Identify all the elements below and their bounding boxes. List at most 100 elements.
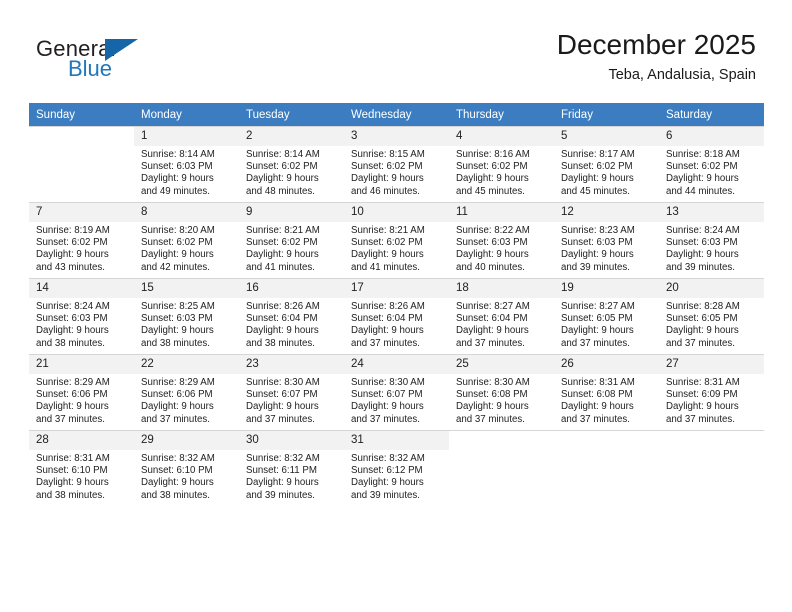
day-number: 27	[659, 355, 764, 374]
calendar-day-cell[interactable]: 4 Sunrise: 8:16 AM Sunset: 6:02 PM Daylight…	[449, 126, 554, 202]
calendar-day-cell[interactable]: 29 Sunrise: 8:32 AM Sunset: 6:10 PM Dayligh…	[134, 430, 239, 506]
daylight-text-line2: and 43 minutes.	[36, 261, 105, 273]
daylight-text-line1: Daylight: 9 hours	[246, 173, 319, 185]
calendar-day-cell[interactable]: 31 Sunrise: 8:32 AM Sunset: 6:12 PM Dayligh…	[344, 430, 449, 506]
sunrise-text: Sunrise: 8:26 AM	[246, 301, 320, 312]
calendar-day-cell[interactable]: 9 Sunrise: 8:21 AM Sunset: 6:02 PM Daylight…	[239, 202, 344, 278]
calendar-day-cell[interactable]: 1 Sunrise: 8:14 AM Sunset: 6:03 PM Daylight…	[134, 126, 239, 202]
brand-logo[interactable]: General Blue	[36, 36, 216, 94]
day-details: Sunrise: 8:31 AM Sunset: 6:09 PM Daylight:…	[659, 374, 764, 426]
calendar-day-cell[interactable]: 3 Sunrise: 8:15 AM Sunset: 6:02 PM Daylight…	[344, 126, 449, 202]
calendar-day-cell[interactable]: 24 Sunrise: 8:30 AM Sunset: 6:07 PM Dayligh…	[344, 354, 449, 430]
daylight-text-line1: Daylight: 9 hours	[36, 477, 109, 489]
sunset-text: Sunset: 6:08 PM	[561, 389, 633, 401]
calendar-day-cell[interactable]: 26 Sunrise: 8:31 AM Sunset: 6:08 PM Dayligh…	[554, 354, 659, 430]
day-details: Sunrise: 8:31 AM Sunset: 6:10 PM Daylight:…	[29, 450, 134, 502]
calendar-day-cell[interactable]	[554, 430, 659, 506]
calendar-day-cell[interactable]: 20 Sunrise: 8:28 AM Sunset: 6:05 PM Dayligh…	[659, 278, 764, 354]
calendar-day-cell[interactable]: 19 Sunrise: 8:27 AM Sunset: 6:05 PM Dayligh…	[554, 278, 659, 354]
calendar-day-cell[interactable]: 21 Sunrise: 8:29 AM Sunset: 6:06 PM Dayligh…	[29, 354, 134, 430]
daylight-text-line1: Daylight: 9 hours	[666, 249, 739, 261]
day-number: 31	[344, 431, 449, 450]
daylight-text-line1: Daylight: 9 hours	[141, 173, 214, 185]
sunrise-text: Sunrise: 8:21 AM	[246, 225, 320, 236]
calendar-day-cell[interactable]: 12 Sunrise: 8:23 AM Sunset: 6:03 PM Dayligh…	[554, 202, 659, 278]
day-details: Sunrise: 8:31 AM Sunset: 6:08 PM Daylight:…	[554, 374, 659, 426]
calendar-day-cell[interactable]: 5 Sunrise: 8:17 AM Sunset: 6:02 PM Daylight…	[554, 126, 659, 202]
calendar-day-cell[interactable]	[449, 430, 554, 506]
day-number: 14	[29, 279, 134, 298]
daylight-text-line2: and 45 minutes.	[456, 185, 525, 197]
day-number: 4	[449, 127, 554, 146]
sunrise-text: Sunrise: 8:14 AM	[141, 149, 215, 160]
sunrise-text: Sunrise: 8:24 AM	[666, 225, 740, 236]
sunrise-text: Sunrise: 8:23 AM	[561, 225, 635, 236]
daylight-text-line2: and 41 minutes.	[351, 261, 420, 273]
sunset-text: Sunset: 6:10 PM	[36, 465, 108, 477]
day-details: Sunrise: 8:24 AM Sunset: 6:03 PM Daylight:…	[29, 298, 134, 350]
day-number: 19	[554, 279, 659, 298]
daylight-text-line2: and 37 minutes.	[351, 413, 420, 425]
day-number: 24	[344, 355, 449, 374]
day-number: 3	[344, 127, 449, 146]
sunrise-text: Sunrise: 8:32 AM	[141, 453, 215, 464]
weekday-header-monday: Monday	[134, 103, 239, 126]
day-details: Sunrise: 8:24 AM Sunset: 6:03 PM Daylight:…	[659, 222, 764, 274]
calendar-day-cell[interactable]: 18 Sunrise: 8:27 AM Sunset: 6:04 PM Dayligh…	[449, 278, 554, 354]
daylight-text-line1: Daylight: 9 hours	[456, 325, 529, 337]
day-number: 13	[659, 203, 764, 222]
page-subtitle: Teba, Andalusia, Spain	[608, 67, 756, 83]
daylight-text-line1: Daylight: 9 hours	[351, 401, 424, 413]
sunset-text: Sunset: 6:02 PM	[141, 237, 213, 249]
calendar-day-cell[interactable]: 7 Sunrise: 8:19 AM Sunset: 6:02 PM Daylight…	[29, 202, 134, 278]
calendar-day-cell[interactable]: 8 Sunrise: 8:20 AM Sunset: 6:02 PM Daylight…	[134, 202, 239, 278]
daylight-text-line1: Daylight: 9 hours	[141, 401, 214, 413]
sunset-text: Sunset: 6:04 PM	[456, 313, 528, 325]
calendar-day-cell[interactable]: 11 Sunrise: 8:22 AM Sunset: 6:03 PM Dayligh…	[449, 202, 554, 278]
day-number: 23	[239, 355, 344, 374]
sunrise-text: Sunrise: 8:27 AM	[456, 301, 530, 312]
sunrise-text: Sunrise: 8:19 AM	[36, 225, 110, 236]
day-number: 8	[134, 203, 239, 222]
page-header: General Blue December 2025 Teba, Andalus…	[36, 28, 756, 100]
daylight-text-line1: Daylight: 9 hours	[141, 325, 214, 337]
calendar-day-cell[interactable]: 23 Sunrise: 8:30 AM Sunset: 6:07 PM Dayligh…	[239, 354, 344, 430]
daylight-text-line1: Daylight: 9 hours	[351, 325, 424, 337]
day-number	[554, 431, 659, 450]
calendar-day-cell[interactable]: 10 Sunrise: 8:21 AM Sunset: 6:02 PM Dayligh…	[344, 202, 449, 278]
calendar-day-cell[interactable]	[659, 430, 764, 506]
sunset-text: Sunset: 6:06 PM	[36, 389, 108, 401]
daylight-text-line1: Daylight: 9 hours	[561, 401, 634, 413]
sunset-text: Sunset: 6:02 PM	[561, 161, 633, 173]
calendar-day-cell[interactable]: 15 Sunrise: 8:25 AM Sunset: 6:03 PM Dayligh…	[134, 278, 239, 354]
day-number: 18	[449, 279, 554, 298]
day-number: 26	[554, 355, 659, 374]
daylight-text-line1: Daylight: 9 hours	[246, 249, 319, 261]
weekday-header-sunday: Sunday	[29, 103, 134, 126]
calendar-day-cell[interactable]: 25 Sunrise: 8:30 AM Sunset: 6:08 PM Dayligh…	[449, 354, 554, 430]
daylight-text-line2: and 38 minutes.	[36, 489, 105, 501]
calendar-day-cell[interactable]: 13 Sunrise: 8:24 AM Sunset: 6:03 PM Dayligh…	[659, 202, 764, 278]
calendar-day-cell[interactable]: 22 Sunrise: 8:29 AM Sunset: 6:06 PM Dayligh…	[134, 354, 239, 430]
sunrise-text: Sunrise: 8:32 AM	[246, 453, 320, 464]
sunset-text: Sunset: 6:07 PM	[246, 389, 318, 401]
calendar-day-cell[interactable]	[29, 126, 134, 202]
day-details: Sunrise: 8:18 AM Sunset: 6:02 PM Daylight:…	[659, 146, 764, 198]
daylight-text-line2: and 49 minutes.	[141, 185, 210, 197]
calendar-day-cell[interactable]: 16 Sunrise: 8:26 AM Sunset: 6:04 PM Dayligh…	[239, 278, 344, 354]
sunrise-text: Sunrise: 8:22 AM	[456, 225, 530, 236]
calendar-day-cell[interactable]: 2 Sunrise: 8:14 AM Sunset: 6:02 PM Daylight…	[239, 126, 344, 202]
calendar-day-cell[interactable]: 28 Sunrise: 8:31 AM Sunset: 6:10 PM Dayligh…	[29, 430, 134, 506]
calendar-day-cell[interactable]: 14 Sunrise: 8:24 AM Sunset: 6:03 PM Dayligh…	[29, 278, 134, 354]
daylight-text-line2: and 44 minutes.	[666, 185, 735, 197]
calendar-day-cell[interactable]: 17 Sunrise: 8:26 AM Sunset: 6:04 PM Dayligh…	[344, 278, 449, 354]
calendar-day-cell[interactable]: 27 Sunrise: 8:31 AM Sunset: 6:09 PM Dayligh…	[659, 354, 764, 430]
sunset-text: Sunset: 6:04 PM	[351, 313, 423, 325]
daylight-text-line2: and 38 minutes.	[141, 489, 210, 501]
calendar-day-cell[interactable]: 6 Sunrise: 8:18 AM Sunset: 6:02 PM Daylight…	[659, 126, 764, 202]
calendar-day-cell[interactable]: 30 Sunrise: 8:32 AM Sunset: 6:11 PM Dayligh…	[239, 430, 344, 506]
day-number: 22	[134, 355, 239, 374]
day-number	[659, 431, 764, 450]
daylight-text-line2: and 37 minutes.	[246, 413, 315, 425]
sunset-text: Sunset: 6:07 PM	[351, 389, 423, 401]
